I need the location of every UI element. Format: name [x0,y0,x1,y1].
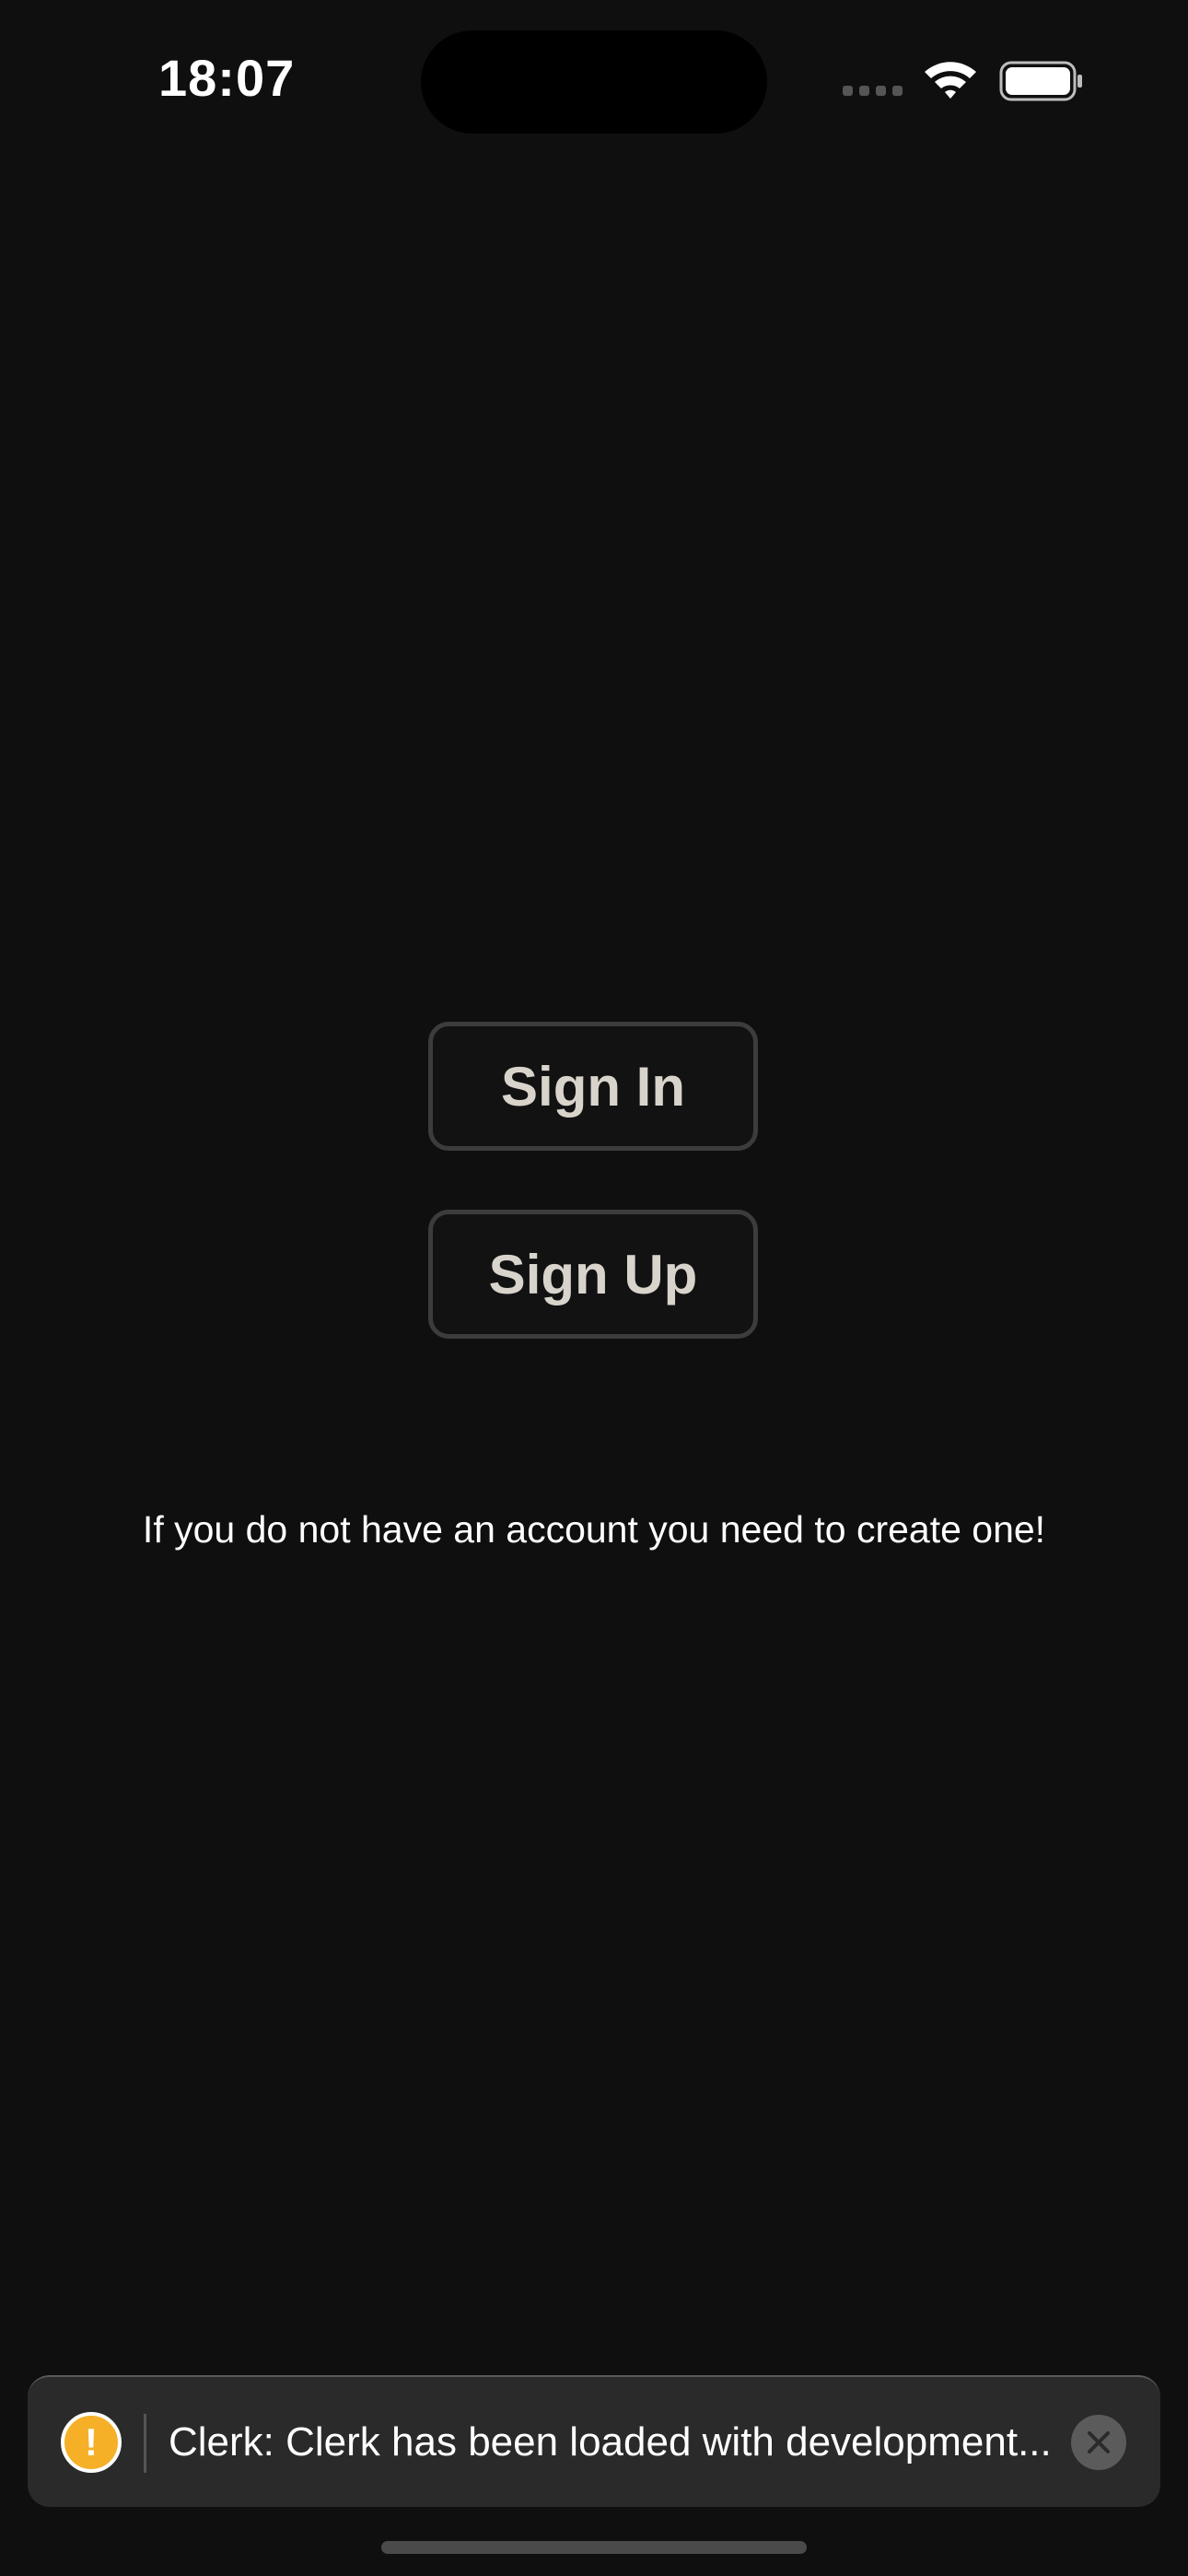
sign-up-button[interactable]: Sign Up [428,1210,758,1339]
toast-divider [144,2414,146,2473]
close-icon[interactable] [1071,2415,1126,2470]
dev-warning-toast[interactable]: ! Clerk: Clerk has been loaded with deve… [28,2375,1160,2507]
account-info-text: If you do not have an account you need t… [142,1508,1046,1551]
sign-in-label: Sign In [501,1055,685,1118]
wifi-icon [921,57,980,101]
status-time: 18:07 [158,49,296,107]
battery-icon [999,61,1084,101]
sign-up-label: Sign Up [488,1243,698,1306]
cellular-signal-icon [843,86,903,99]
home-indicator[interactable] [381,2541,807,2554]
toast-message: Clerk: Clerk has been loaded with develo… [169,2419,1052,2465]
sign-in-button[interactable]: Sign In [428,1022,758,1151]
warning-icon: ! [61,2412,122,2473]
app-screen: 18:07 Sign In Sign Up If you do not have… [0,0,1188,2576]
dynamic-island [421,30,767,134]
